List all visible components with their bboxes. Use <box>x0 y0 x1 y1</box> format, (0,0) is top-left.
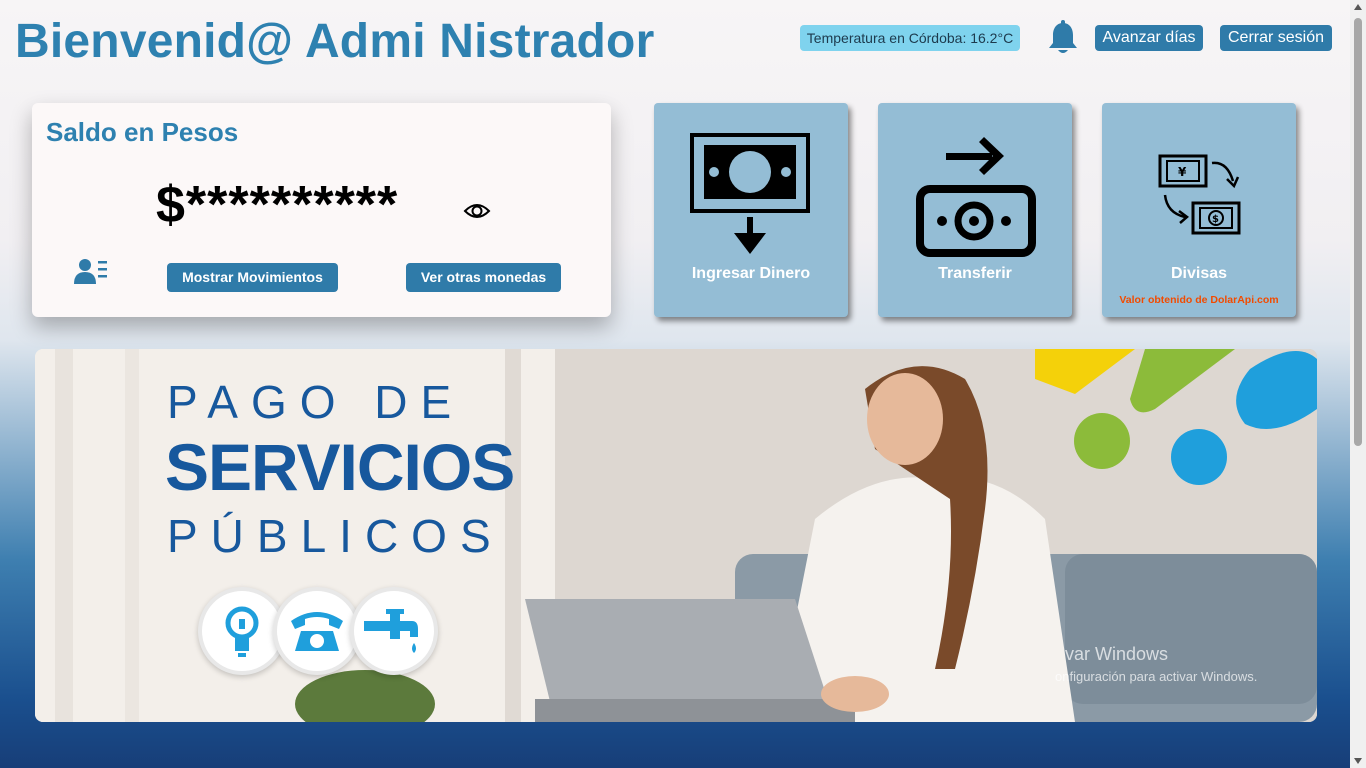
bell-icon[interactable] <box>1047 20 1079 56</box>
advance-days-button[interactable]: Avanzar días <box>1095 25 1203 51</box>
deposit-money-label: Ingresar Dinero <box>691 265 811 282</box>
balance-amount: $********** <box>156 176 399 234</box>
deposit-money-tile[interactable]: Ingresar Dinero <box>654 103 848 317</box>
scrollbar-thumb[interactable] <box>1354 18 1362 446</box>
currencies-source-note: Valor obtenido de DolarApi.com <box>1119 294 1279 306</box>
show-movements-button[interactable]: Mostrar Movimientos <box>167 263 338 292</box>
vertical-scrollbar[interactable] <box>1350 0 1366 768</box>
svg-text:$: $ <box>1212 214 1219 225</box>
user-list-icon[interactable] <box>74 258 108 286</box>
banner-line-2: SERVICIOS <box>165 430 515 504</box>
money-transfer-icon <box>916 137 1036 257</box>
windows-watermark-title: var Windows <box>1065 644 1169 664</box>
transfer-tile[interactable]: Transferir <box>878 103 1072 317</box>
balance-title: Saldo en Pesos <box>46 117 239 147</box>
page-title: Bienvenid@ Admi Nistrador <box>15 15 655 68</box>
other-currencies-button[interactable]: Ver otras monedas <box>406 263 561 292</box>
banner-line-1: PAGO DE <box>167 376 465 428</box>
currency-exchange-icon: ¥ $ <box>1158 154 1241 235</box>
telephone-icon <box>273 587 361 675</box>
water-tap-icon <box>350 587 438 675</box>
svg-text:¥: ¥ <box>1178 165 1187 179</box>
cash-deposit-icon <box>690 133 810 254</box>
banner-line-3: PÚBLICOS <box>167 510 504 562</box>
currencies-tile[interactable]: ¥ $ Divisas Valor obtenido de DolarApi.c… <box>1102 103 1296 317</box>
eye-icon[interactable] <box>463 200 491 222</box>
scroll-down-icon[interactable] <box>1354 758 1362 764</box>
windows-watermark-subtitle: onfiguración para activar Windows. <box>1055 669 1258 684</box>
temperature-badge: Temperatura en Córdoba: 16.2°C <box>800 25 1020 51</box>
logout-button[interactable]: Cerrar sesión <box>1220 25 1332 51</box>
transfer-label: Transferir <box>938 265 1012 282</box>
currencies-label: Divisas <box>1170 265 1228 282</box>
scroll-up-icon[interactable] <box>1354 4 1362 10</box>
balance-card: Saldo en Pesos $********** Mostrar Movim… <box>32 103 611 317</box>
public-services-banner[interactable]: PAGO DE SERVICIOS PÚBLICOS var Windows o… <box>35 349 1317 722</box>
